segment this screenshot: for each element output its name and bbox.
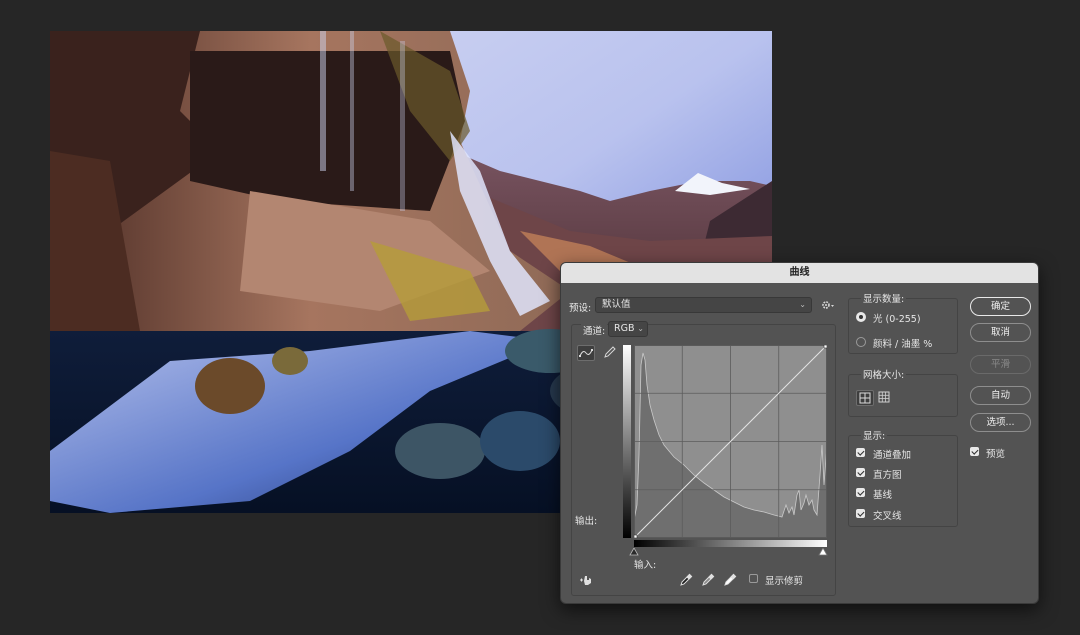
preset-value: 默认值 <box>602 299 631 310</box>
preset-label: 预设: <box>569 303 592 314</box>
black-point-slider[interactable] <box>629 547 639 556</box>
cancel-button[interactable]: 取消 <box>970 323 1031 342</box>
show-amount-title: 显示数量: <box>861 291 907 305</box>
preview-checkbox[interactable] <box>970 447 979 456</box>
chevron-down-icon: ⌄ <box>637 324 644 333</box>
ok-button[interactable]: 确定 <box>970 297 1031 316</box>
preset-select[interactable]: 默认值 ⌄ <box>595 297 812 313</box>
auto-button[interactable]: 自动 <box>970 386 1031 405</box>
curves-dialog: 曲线 预设: 默认值 ⌄ 通道: RGB ⌄ 输出: 输入: 显示修剪 显示数量… <box>560 262 1039 604</box>
channel-overlay-label: 通道叠加 <box>873 450 912 461</box>
intersection-line-label: 交叉线 <box>873 511 902 522</box>
eyedropper-white-icon[interactable] <box>723 573 737 587</box>
intersection-line-checkbox[interactable] <box>856 509 865 518</box>
histogram-checkbox[interactable] <box>856 468 865 477</box>
channel-value: RGB <box>614 323 635 334</box>
baseline-checkbox[interactable] <box>856 488 865 497</box>
eyedropper-gray-icon[interactable] <box>701 573 715 587</box>
radio-light[interactable] <box>856 312 866 322</box>
input-gradient-bar <box>634 540 827 547</box>
eyedropper-black-icon[interactable] <box>679 573 693 587</box>
hand-adjust-icon[interactable] <box>579 573 595 587</box>
white-point-slider[interactable] <box>818 547 828 556</box>
channel-label: 通道: <box>581 323 608 337</box>
radio-light-label: 光 (0-255) <box>873 314 921 325</box>
curve-graph[interactable] <box>633 344 828 539</box>
histogram-label: 直方图 <box>873 470 902 481</box>
grid-size-title: 网格大小: <box>861 367 907 381</box>
options-button[interactable]: 选项... <box>970 413 1031 432</box>
radio-pigment-label: 颜料 / 油墨 % <box>873 339 933 350</box>
preview-label: 预览 <box>986 449 1006 460</box>
chevron-down-icon: ⌄ <box>799 300 806 309</box>
baseline-label: 基线 <box>873 490 893 501</box>
show-clipping-label: 显示修剪 <box>765 576 804 587</box>
pencil-icon[interactable] <box>601 345 619 361</box>
show-clipping-checkbox[interactable] <box>749 574 758 583</box>
channel-select[interactable]: RGB ⌄ <box>608 321 648 337</box>
channel-overlay-checkbox[interactable] <box>856 448 865 457</box>
input-label: 输入: <box>634 560 657 571</box>
output-gradient-bar <box>623 345 631 538</box>
gear-icon[interactable] <box>821 299 835 311</box>
smooth-button[interactable]: 平滑 <box>970 355 1031 374</box>
radio-pigment[interactable] <box>856 337 866 347</box>
detailed-grid-icon[interactable] <box>876 390 894 406</box>
simple-grid-icon[interactable] <box>856 390 874 406</box>
output-label: 输出: <box>575 516 598 527</box>
show-title: 显示: <box>861 428 888 442</box>
curve-points-icon[interactable] <box>577 345 595 361</box>
dialog-title: 曲线 <box>561 263 1038 283</box>
